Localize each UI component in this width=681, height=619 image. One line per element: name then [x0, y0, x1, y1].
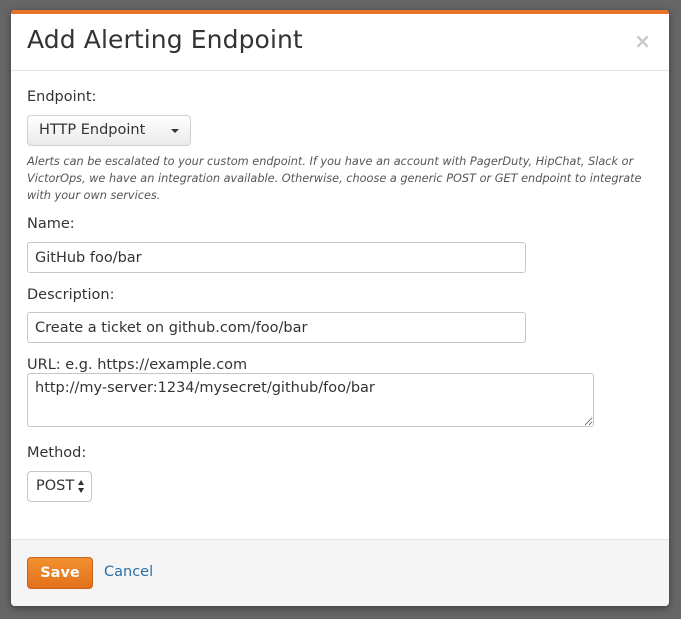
dialog-header: Add Alerting Endpoint ×	[11, 14, 669, 71]
method-select[interactable]: POST	[27, 471, 92, 502]
dialog-title: Add Alerting Endpoint	[27, 25, 303, 54]
method-value: POST	[36, 478, 75, 494]
name-input[interactable]	[27, 242, 526, 273]
url-label: URL: e.g. https://example.com	[27, 357, 248, 373]
url-textarea[interactable]: http://my-server:1234/mysecret/github/fo…	[27, 373, 594, 427]
cancel-link[interactable]: Cancel	[104, 564, 153, 580]
close-icon[interactable]: ×	[634, 31, 651, 51]
description-input[interactable]	[27, 312, 526, 343]
save-button[interactable]: Save	[27, 557, 93, 589]
up-down-arrows-icon	[78, 480, 86, 494]
description-label: Description:	[27, 287, 115, 303]
add-alerting-endpoint-dialog: Add Alerting Endpoint × Endpoint: HTTP E…	[11, 10, 669, 606]
endpoint-help-text: Alerts can be escalated to your custom e…	[27, 155, 642, 202]
endpoint-type-dropdown[interactable]: HTTP Endpoint	[27, 115, 191, 146]
endpoint-label: Endpoint:	[27, 89, 97, 105]
name-label: Name:	[27, 216, 75, 232]
dialog-body: Endpoint: HTTP Endpoint Alerts can be es…	[11, 71, 669, 539]
caret-down-icon	[171, 129, 179, 133]
method-label: Method:	[27, 445, 87, 461]
dialog-footer: Save Cancel	[11, 539, 669, 606]
endpoint-type-value: HTTP Endpoint	[39, 122, 146, 138]
